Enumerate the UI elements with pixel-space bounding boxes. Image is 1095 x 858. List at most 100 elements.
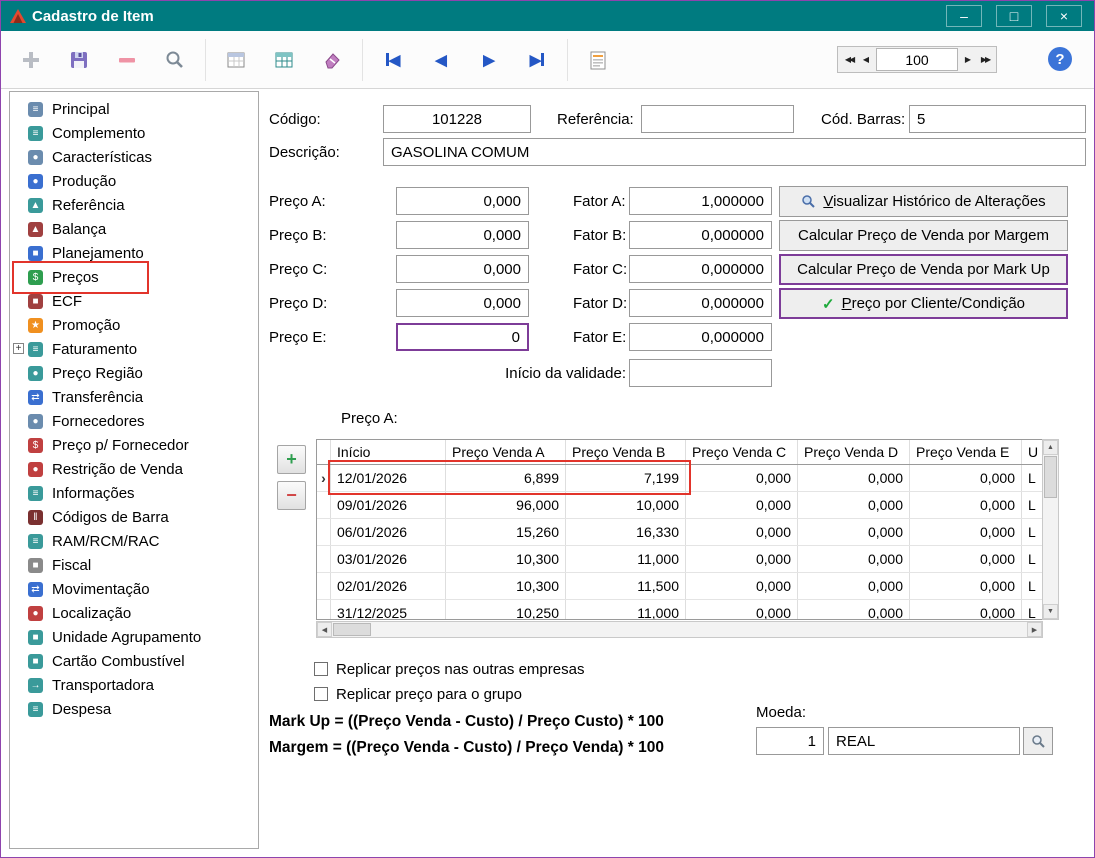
grid-row[interactable]: 02/01/202610,30011,5000,0000,0000,000L [317, 573, 1042, 600]
inicio-validade-field[interactable] [629, 359, 772, 387]
sidebar-item-despesa[interactable]: ≡Despesa [10, 697, 258, 721]
grid-cell: 0,000 [686, 546, 798, 572]
sidebar-item-cartao-combustivel[interactable]: ■Cartão Combustível [10, 649, 258, 673]
grid-row[interactable]: 09/01/202696,00010,0000,0000,0000,000L [317, 492, 1042, 519]
fator-a-field[interactable]: 1,000000 [629, 187, 772, 215]
minimize-button[interactable]: – [946, 5, 982, 27]
sidebar-item-codigos-de-barra[interactable]: ‖Códigos de Barra [10, 505, 258, 529]
close-button[interactable]: × [1046, 5, 1082, 27]
first-page-button[interactable]: ◀◀ [842, 55, 856, 64]
sidebar-item-informacoes[interactable]: ≡Informações [10, 481, 258, 505]
last-page-button[interactable]: ▶▶ [978, 55, 992, 64]
sidebar-item-principal[interactable]: ≡Principal [10, 97, 258, 121]
replicar-grupo-checkbox[interactable] [314, 687, 328, 701]
scrollbar-thumb[interactable] [333, 623, 371, 636]
scroll-left-icon[interactable]: ◀ [317, 622, 332, 637]
grid-column-header[interactable]: Preço Venda A [446, 440, 566, 464]
sidebar-item-complemento[interactable]: ≡Complemento [10, 121, 258, 145]
moeda-search-button[interactable] [1023, 727, 1053, 755]
grid-horizontal-scrollbar[interactable]: ◀ ▶ [316, 621, 1043, 638]
grid-column-header[interactable]: Preço Venda B [566, 440, 686, 464]
scroll-up-icon[interactable]: ▲ [1043, 440, 1058, 455]
sidebar-item-precos[interactable]: $Preços [10, 265, 258, 289]
cod-barras-field[interactable]: 5 [909, 105, 1086, 133]
previous-page-button[interactable]: ◀ [859, 55, 873, 64]
codigo-field[interactable]: 101228 [383, 105, 531, 133]
moeda-name-field[interactable]: REAL [828, 727, 1020, 755]
sidebar-item-planejamento[interactable]: ■Planejamento [10, 241, 258, 265]
referencia-field[interactable] [641, 105, 794, 133]
scroll-down-icon[interactable]: ▼ [1043, 604, 1058, 619]
grid-column-header[interactable]: U [1022, 440, 1043, 464]
clear-button[interactable] [312, 40, 352, 80]
fator-e-field[interactable]: 0,000000 [629, 323, 772, 351]
grid-row[interactable]: 31/12/202510,25011,0000,0000,0000,000L [317, 600, 1042, 620]
grid-remove-row-button[interactable]: − [277, 481, 306, 510]
sidebar-item-fornecedores[interactable]: ●Fornecedores [10, 409, 258, 433]
sidebar-item-promocao[interactable]: ★Promoção [10, 313, 258, 337]
record-number-field[interactable]: 100 [876, 48, 958, 71]
preco-e-field[interactable]: 0 [396, 323, 529, 351]
grid-row[interactable]: 06/01/202615,26016,3300,0000,0000,000L [317, 519, 1042, 546]
next-page-button[interactable]: ▶ [961, 55, 975, 64]
grid-vertical-scrollbar[interactable]: ▲ ▼ [1042, 439, 1059, 620]
preco-d-field[interactable]: 0,000 [396, 289, 529, 317]
preco-a-field[interactable]: 0,000 [396, 187, 529, 215]
sidebar-item-transportadora[interactable]: →Transportadora [10, 673, 258, 697]
scrollbar-thumb[interactable] [1044, 456, 1057, 498]
calcular-preco-markup-button[interactable]: Calcular Preço de Venda por Mark Up [779, 254, 1068, 285]
sidebar-item-faturamento[interactable]: +≡Faturamento [10, 337, 258, 361]
grid-column-header[interactable]: Preço Venda C [686, 440, 798, 464]
delete-record-button[interactable] [107, 40, 147, 80]
preco-c-field[interactable]: 0,000 [396, 255, 529, 283]
grid-column-header[interactable]: Preço Venda E [910, 440, 1022, 464]
search-button[interactable] [155, 40, 195, 80]
grid-add-row-button[interactable]: + [277, 445, 306, 474]
sidebar-item-movimentacao[interactable]: ⇄Movimentação [10, 577, 258, 601]
sidebar-item-ecf[interactable]: ■ECF [10, 289, 258, 313]
sidebar-item-preco-regiao[interactable]: ●Preço Região [10, 361, 258, 385]
sidebar-item-localizacao[interactable]: ●Localização [10, 601, 258, 625]
grid-row[interactable]: ›12/01/20266,8997,1990,0000,0000,000L [317, 465, 1042, 492]
moeda-code-field[interactable]: 1 [756, 727, 824, 755]
report-button[interactable] [578, 40, 618, 80]
add-record-button[interactable] [11, 40, 51, 80]
sidebar-item-fiscal[interactable]: ■Fiscal [10, 553, 258, 577]
preco-b-field[interactable]: 0,000 [396, 221, 529, 249]
grid-row[interactable]: 03/01/202610,30011,0000,0000,0000,000L [317, 546, 1042, 573]
globe-icon: ● [28, 366, 43, 381]
visualizar-historico-button[interactable]: Visualizar Histórico de Alterações [779, 186, 1068, 217]
grid-column-header[interactable]: Início [331, 440, 446, 464]
replicar-empresas-option[interactable]: Replicar preços nas outras empresas [314, 659, 584, 679]
save-button[interactable] [59, 40, 99, 80]
table-button[interactable] [264, 40, 304, 80]
preco-por-cliente-button[interactable]: ✓ Preço por Cliente/Condição [779, 288, 1068, 319]
sidebar-item-caracteristicas[interactable]: ●Características [10, 145, 258, 169]
fator-c-field[interactable]: 0,000000 [629, 255, 772, 283]
help-button[interactable]: ? [1048, 47, 1072, 71]
sidebar-item-ram-rcm-rac[interactable]: ≡RAM/RCM/RAC [10, 529, 258, 553]
sidebar-item-label: Promoção [52, 317, 120, 334]
sidebar-item-preco-p-fornecedor[interactable]: $Preço p/ Fornecedor [10, 433, 258, 457]
fator-d-field[interactable]: 0,000000 [629, 289, 772, 317]
last-record-nav-button[interactable]: ▶ [517, 40, 557, 80]
descricao-field[interactable]: GASOLINA COMUM [383, 138, 1086, 166]
previous-record-nav-button[interactable]: ◀ [421, 40, 461, 80]
maximize-button[interactable]: □ [996, 5, 1032, 27]
expander-icon[interactable]: + [13, 343, 24, 354]
sidebar-item-unidade-agrupamento[interactable]: ■Unidade Agrupamento [10, 625, 258, 649]
replicar-grupo-option[interactable]: Replicar preço para o grupo [314, 684, 522, 704]
sidebar-item-transferencia[interactable]: ⇄Transferência [10, 385, 258, 409]
calcular-preco-margem-button[interactable]: Calcular Preço de Venda por Margem [779, 220, 1068, 251]
sidebar-item-balanca[interactable]: ▲Balança [10, 217, 258, 241]
fator-b-field[interactable]: 0,000000 [629, 221, 772, 249]
spreadsheet-button[interactable] [216, 40, 256, 80]
sidebar-item-restricao-de-venda[interactable]: ●Restrição de Venda [10, 457, 258, 481]
next-record-nav-button[interactable]: ▶ [469, 40, 509, 80]
scroll-right-icon[interactable]: ▶ [1027, 622, 1042, 637]
grid-column-header[interactable]: Preço Venda D [798, 440, 910, 464]
sidebar-item-referencia[interactable]: ▲Referência [10, 193, 258, 217]
replicar-empresas-checkbox[interactable] [314, 662, 328, 676]
first-record-nav-button[interactable]: ◀ [373, 40, 413, 80]
sidebar-item-producao[interactable]: ●Produção [10, 169, 258, 193]
